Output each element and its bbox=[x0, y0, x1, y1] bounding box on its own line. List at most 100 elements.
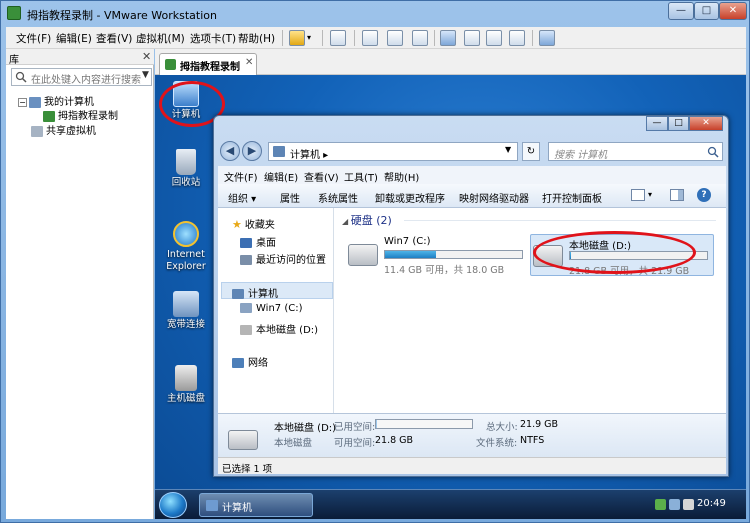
thumbnail-bar-icon[interactable] bbox=[464, 30, 480, 46]
revert-snapshot-icon[interactable] bbox=[387, 30, 403, 46]
tree-item-vm[interactable]: 拇指教程录制 bbox=[43, 107, 118, 122]
tray-network-icon[interactable] bbox=[669, 499, 680, 510]
vmware-titlebar: 拇指教程录制 - VMware Workstation — □ ✕ bbox=[1, 1, 749, 27]
start-button[interactable] bbox=[159, 492, 187, 518]
menu-edit[interactable]: 编辑(E) bbox=[56, 31, 92, 46]
nav-item-favorites[interactable]: ★ 收藏夹 bbox=[232, 216, 275, 231]
properties-button[interactable]: 属性 bbox=[280, 190, 300, 205]
menu-tabs[interactable]: 选项卡(T) bbox=[190, 31, 236, 46]
hard-drive-icon bbox=[240, 325, 252, 335]
annotation-circle bbox=[533, 231, 696, 274]
menu-help[interactable]: 帮助(H) bbox=[238, 31, 275, 46]
snapshot-manager-icon[interactable] bbox=[412, 30, 428, 46]
menu-view[interactable]: 查看(V) bbox=[96, 31, 132, 46]
computer-icon bbox=[273, 146, 285, 157]
explorer-menu-help[interactable]: 帮助(H) bbox=[384, 169, 419, 184]
tree-item-my-computer[interactable]: − 我的计算机 bbox=[18, 93, 94, 108]
nav-item-network[interactable]: 网络 bbox=[232, 354, 268, 369]
power-dropdown-icon[interactable]: ▾ bbox=[307, 33, 311, 42]
explorer-close-button[interactable]: ✕ bbox=[689, 116, 723, 131]
tab-vm[interactable]: 拇指教程录制 ✕ bbox=[159, 53, 257, 75]
shortcut-icon bbox=[175, 365, 197, 391]
group-header-hard-disks[interactable]: ◢ 硬盘 (2) bbox=[342, 212, 392, 228]
explorer-menu-tools[interactable]: 工具(T) bbox=[344, 169, 378, 184]
toolbar-separator bbox=[532, 30, 533, 46]
computer-icon bbox=[29, 96, 41, 108]
nav-item-computer[interactable]: 计算机 bbox=[232, 285, 278, 300]
collapse-icon[interactable]: − bbox=[18, 97, 27, 107]
network-connection-icon bbox=[173, 291, 199, 317]
console-view-icon[interactable] bbox=[539, 30, 555, 46]
explorer-menu-edit[interactable]: 编辑(E) bbox=[264, 169, 298, 184]
vm-icon bbox=[43, 110, 55, 122]
explorer-maximize-button[interactable]: □ bbox=[668, 116, 689, 131]
preview-pane-icon[interactable] bbox=[670, 189, 684, 201]
explorer-menu-view[interactable]: 查看(V) bbox=[304, 169, 339, 184]
details-total-label: 总大小: bbox=[486, 422, 518, 433]
windows-drive-icon bbox=[348, 244, 378, 266]
tab-close-icon[interactable]: ✕ bbox=[245, 57, 253, 68]
system-properties-button[interactable]: 系统属性 bbox=[318, 190, 358, 205]
menu-file[interactable]: 文件(F) bbox=[16, 31, 51, 46]
address-breadcrumb[interactable]: 计算机 ▸ bbox=[290, 146, 328, 161]
status-bar: 已选择 1 项 bbox=[218, 457, 726, 475]
organize-button[interactable]: 组织 ▾ bbox=[228, 190, 256, 205]
view-dropdown-icon[interactable]: ▾ bbox=[648, 190, 652, 199]
details-total-value: 21.9 GB bbox=[520, 419, 559, 430]
chevron-down-icon[interactable]: ▼ bbox=[505, 145, 511, 154]
search-icon bbox=[707, 146, 719, 158]
nav-item-drive-d[interactable]: 本地磁盘 (D:) bbox=[240, 321, 318, 336]
uninstall-program-button[interactable]: 卸载或更改程序 bbox=[375, 190, 445, 205]
vmware-window-title: 拇指教程录制 - VMware Workstation bbox=[27, 9, 217, 22]
star-icon: ★ bbox=[232, 218, 242, 231]
power-icon[interactable] bbox=[289, 30, 305, 46]
nav-item-drive-c[interactable]: Win7 (C:) bbox=[240, 303, 302, 314]
tray-flag-icon[interactable] bbox=[655, 499, 666, 510]
toolbar-separator bbox=[282, 30, 283, 46]
taskbar-clock[interactable]: 20:49 bbox=[697, 498, 726, 509]
tray-volume-icon[interactable] bbox=[683, 499, 694, 510]
explorer-search-input[interactable]: 搜索 计算机 bbox=[548, 142, 723, 161]
desktop-icon-broadband[interactable]: 宽带连接 bbox=[158, 291, 214, 331]
close-button[interactable]: ✕ bbox=[719, 2, 747, 20]
library-close-icon[interactable]: ✕ bbox=[142, 50, 151, 63]
details-fs-value: NTFS bbox=[520, 435, 545, 446]
desktop-icon-host-disk[interactable]: 主机磁盘 bbox=[158, 365, 214, 405]
chevron-down-icon[interactable]: ▼ bbox=[142, 70, 149, 80]
toolbar-separator bbox=[322, 30, 323, 46]
maximize-button[interactable]: □ bbox=[694, 2, 719, 20]
back-button[interactable]: ◀ bbox=[220, 141, 240, 161]
drive-item-c[interactable]: Win7 (C:) 11.4 GB 可用，共 18.0 GB bbox=[346, 234, 530, 276]
details-free-label: 可用空间: bbox=[334, 438, 376, 449]
tree-item-shared-vms[interactable]: 共享虚拟机 bbox=[31, 122, 96, 137]
shared-vm-icon bbox=[31, 125, 43, 137]
desktop-icon-internet-explorer[interactable]: Internet Explorer bbox=[158, 221, 214, 273]
taskbar-button-computer[interactable]: 计算机 bbox=[199, 493, 313, 517]
nav-item-recent-places[interactable]: 最近访问的位置 bbox=[240, 251, 326, 266]
network-icon[interactable] bbox=[330, 30, 346, 46]
explorer-minimize-button[interactable]: — bbox=[646, 116, 668, 131]
minimize-button[interactable]: — bbox=[668, 2, 694, 20]
fullscreen-icon[interactable] bbox=[486, 30, 502, 46]
open-control-panel-button[interactable]: 打开控制面板 bbox=[542, 190, 602, 205]
forward-button[interactable]: ▶ bbox=[242, 141, 262, 161]
refresh-button[interactable]: ↻ bbox=[522, 142, 540, 161]
guest-desktop[interactable]: 计算机 回收站 Internet Explorer 宽带连接 主机磁盘 — □ … bbox=[155, 75, 746, 519]
vmware-window: 拇指教程录制 - VMware Workstation — □ ✕ 文件(F) … bbox=[0, 0, 750, 523]
menu-vm[interactable]: 虚拟机(M) bbox=[136, 31, 185, 46]
library-search-input[interactable]: 在此处键入内容进行搜索 ▼ bbox=[11, 68, 152, 86]
library-title: 库 bbox=[9, 55, 19, 66]
desktop-icon-recycle-bin[interactable]: 回收站 bbox=[158, 149, 214, 189]
view-options-icon[interactable] bbox=[631, 189, 645, 201]
help-icon[interactable]: ? bbox=[697, 188, 711, 202]
explorer-address-row: ◀ ▶ 计算机 ▸ ▼ ↻ 搜索 计算机 bbox=[218, 140, 726, 164]
snapshot-icon[interactable] bbox=[362, 30, 378, 46]
vmware-menubar: 文件(F) 编辑(E) 查看(V) 虚拟机(M) 选项卡(T) 帮助(H) ▾ bbox=[6, 27, 746, 49]
map-network-drive-button[interactable]: 映射网络驱动器 bbox=[459, 190, 529, 205]
show-library-icon[interactable] bbox=[440, 30, 456, 46]
tab-strip: 拇指教程录制 ✕ bbox=[155, 49, 746, 75]
explorer-menu-file[interactable]: 文件(F) bbox=[224, 169, 258, 184]
address-bar[interactable]: 计算机 ▸ ▼ bbox=[268, 142, 518, 161]
unity-icon[interactable] bbox=[509, 30, 525, 46]
nav-item-desktop[interactable]: 桌面 bbox=[240, 234, 276, 249]
